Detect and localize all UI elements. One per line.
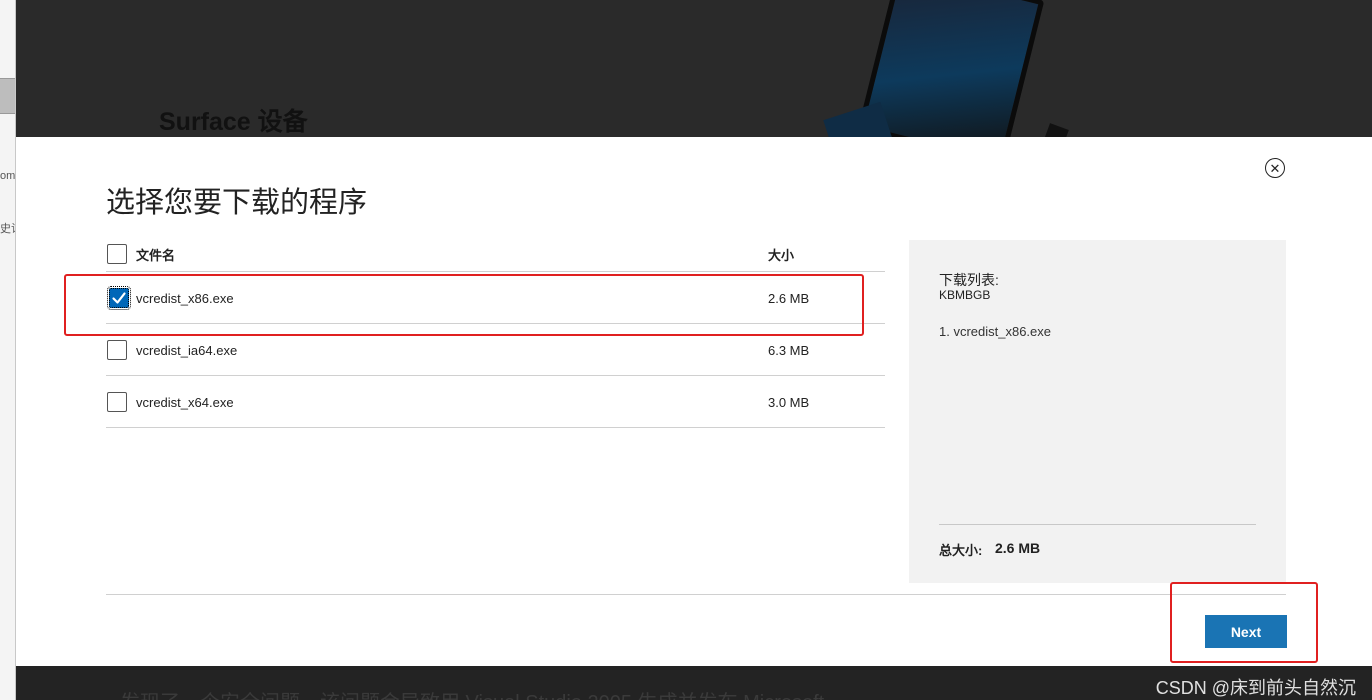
file-size: 3.0 MB bbox=[768, 395, 810, 410]
watermark: CSDN @床到前头自然沉 bbox=[1155, 678, 1356, 698]
dialog-title: 选择您要下载的程序 bbox=[106, 187, 368, 219]
download-list-title: 下载列表: bbox=[939, 272, 999, 288]
total-size-value: 2.6 MB bbox=[995, 540, 1041, 556]
left-fragment-text: 史记 bbox=[0, 223, 15, 235]
section-title: Surface 设备 bbox=[159, 108, 308, 136]
browser-left-edge: om 史记 bbox=[0, 0, 16, 700]
file-size: 6.3 MB bbox=[768, 343, 810, 358]
surface-device-image bbox=[823, 101, 893, 137]
surface-device-image bbox=[1043, 123, 1069, 137]
column-header-size: 大小 bbox=[768, 248, 795, 263]
close-icon[interactable]: ✕ bbox=[1265, 158, 1285, 178]
row-divider bbox=[106, 271, 885, 272]
select-all-checkbox[interactable] bbox=[107, 244, 127, 264]
file-name: vcredist_ia64.exe bbox=[136, 343, 238, 358]
total-size-label: 总大小: bbox=[939, 543, 983, 558]
left-scroll-segment bbox=[0, 78, 15, 114]
file-checkbox-x64[interactable] bbox=[107, 392, 127, 412]
file-checkbox-ia64[interactable] bbox=[107, 340, 127, 360]
download-list-item: 1. vcredist_x86.exe bbox=[939, 324, 1052, 339]
annotation-highlight-next bbox=[1170, 582, 1318, 663]
row-divider bbox=[106, 375, 885, 376]
file-name: vcredist_x64.exe bbox=[136, 395, 234, 410]
annotation-highlight-row bbox=[64, 274, 864, 336]
page-body-text: 发现了一个安全问题，该问题会导致用 Visual Studio 2005 生成并… bbox=[120, 686, 824, 700]
column-header-name: 文件名 bbox=[136, 248, 176, 263]
surface-device-image bbox=[857, 0, 1045, 137]
download-list-subtitle: KBMBGB bbox=[939, 288, 991, 302]
footer-divider bbox=[106, 594, 1286, 595]
left-fragment-text: om bbox=[0, 170, 15, 182]
download-list-panel: 下载列表: KBMBGB 1. vcredist_x86.exe 总大小: 2.… bbox=[909, 240, 1286, 583]
row-divider bbox=[106, 427, 885, 428]
download-dialog: ✕ 选择您要下载的程序 文件名 大小 vcredist_x86.exe 2.6 … bbox=[16, 137, 1372, 666]
page-bottom-background: 发现了一个安全问题，该问题会导致用 Visual Studio 2005 生成并… bbox=[16, 666, 1372, 700]
panel-divider bbox=[939, 524, 1256, 525]
